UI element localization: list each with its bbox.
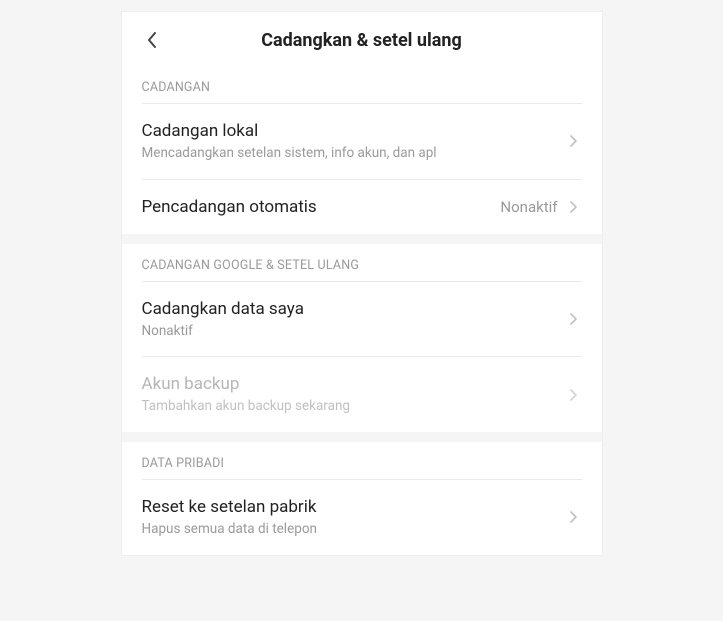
back-icon[interactable] xyxy=(142,30,162,50)
item-value: Nonaktif xyxy=(500,198,557,216)
item-subtitle: Nonaktif xyxy=(142,323,566,341)
item-title: Akun backup xyxy=(142,373,566,395)
item-body: Cadangan lokal Mencadangkan setelan sist… xyxy=(142,120,566,163)
chevron-right-icon xyxy=(566,133,582,149)
settings-screen: Cadangkan & setel ulang CADANGAN Cadanga… xyxy=(122,12,602,555)
item-body: Cadangkan data saya Nonaktif xyxy=(142,298,566,341)
page-title: Cadangkan & setel ulang xyxy=(261,30,462,51)
header-bar: Cadangkan & setel ulang xyxy=(122,12,602,66)
section-gap xyxy=(122,432,602,442)
item-factory-reset[interactable]: Reset ke setelan pabrik Hapus semua data… xyxy=(122,480,602,555)
item-subtitle: Hapus semua data di telepon xyxy=(142,521,566,539)
chevron-right-icon xyxy=(566,199,582,215)
chevron-right-icon xyxy=(566,387,582,403)
item-title: Pencadangan otomatis xyxy=(142,196,501,218)
item-title: Reset ke setelan pabrik xyxy=(142,496,566,518)
section-gap xyxy=(122,234,602,244)
item-body: Akun backup Tambahkan akun backup sekara… xyxy=(142,373,566,416)
item-auto-backup[interactable]: Pencadangan otomatis Nonaktif xyxy=(122,180,602,234)
item-subtitle: Tambahkan akun backup sekarang xyxy=(142,398,566,416)
item-body: Reset ke setelan pabrik Hapus semua data… xyxy=(142,496,566,539)
chevron-right-icon xyxy=(566,509,582,525)
section-header-google: CADANGAN GOOGLE & SETEL ULANG xyxy=(122,244,602,281)
item-title: Cadangkan data saya xyxy=(142,298,566,320)
chevron-right-icon xyxy=(566,311,582,327)
item-backup-account[interactable]: Akun backup Tambahkan akun backup sekara… xyxy=(122,357,602,432)
section-header-cadangan: CADANGAN xyxy=(122,66,602,103)
section-header-personal: DATA PRIBADI xyxy=(122,442,602,479)
item-local-backup[interactable]: Cadangan lokal Mencadangkan setelan sist… xyxy=(122,104,602,179)
item-title: Cadangan lokal xyxy=(142,120,566,142)
item-body: Pencadangan otomatis xyxy=(142,196,501,218)
item-subtitle: Mencadangkan setelan sistem, info akun, … xyxy=(142,145,566,163)
item-backup-my-data[interactable]: Cadangkan data saya Nonaktif xyxy=(122,282,602,357)
